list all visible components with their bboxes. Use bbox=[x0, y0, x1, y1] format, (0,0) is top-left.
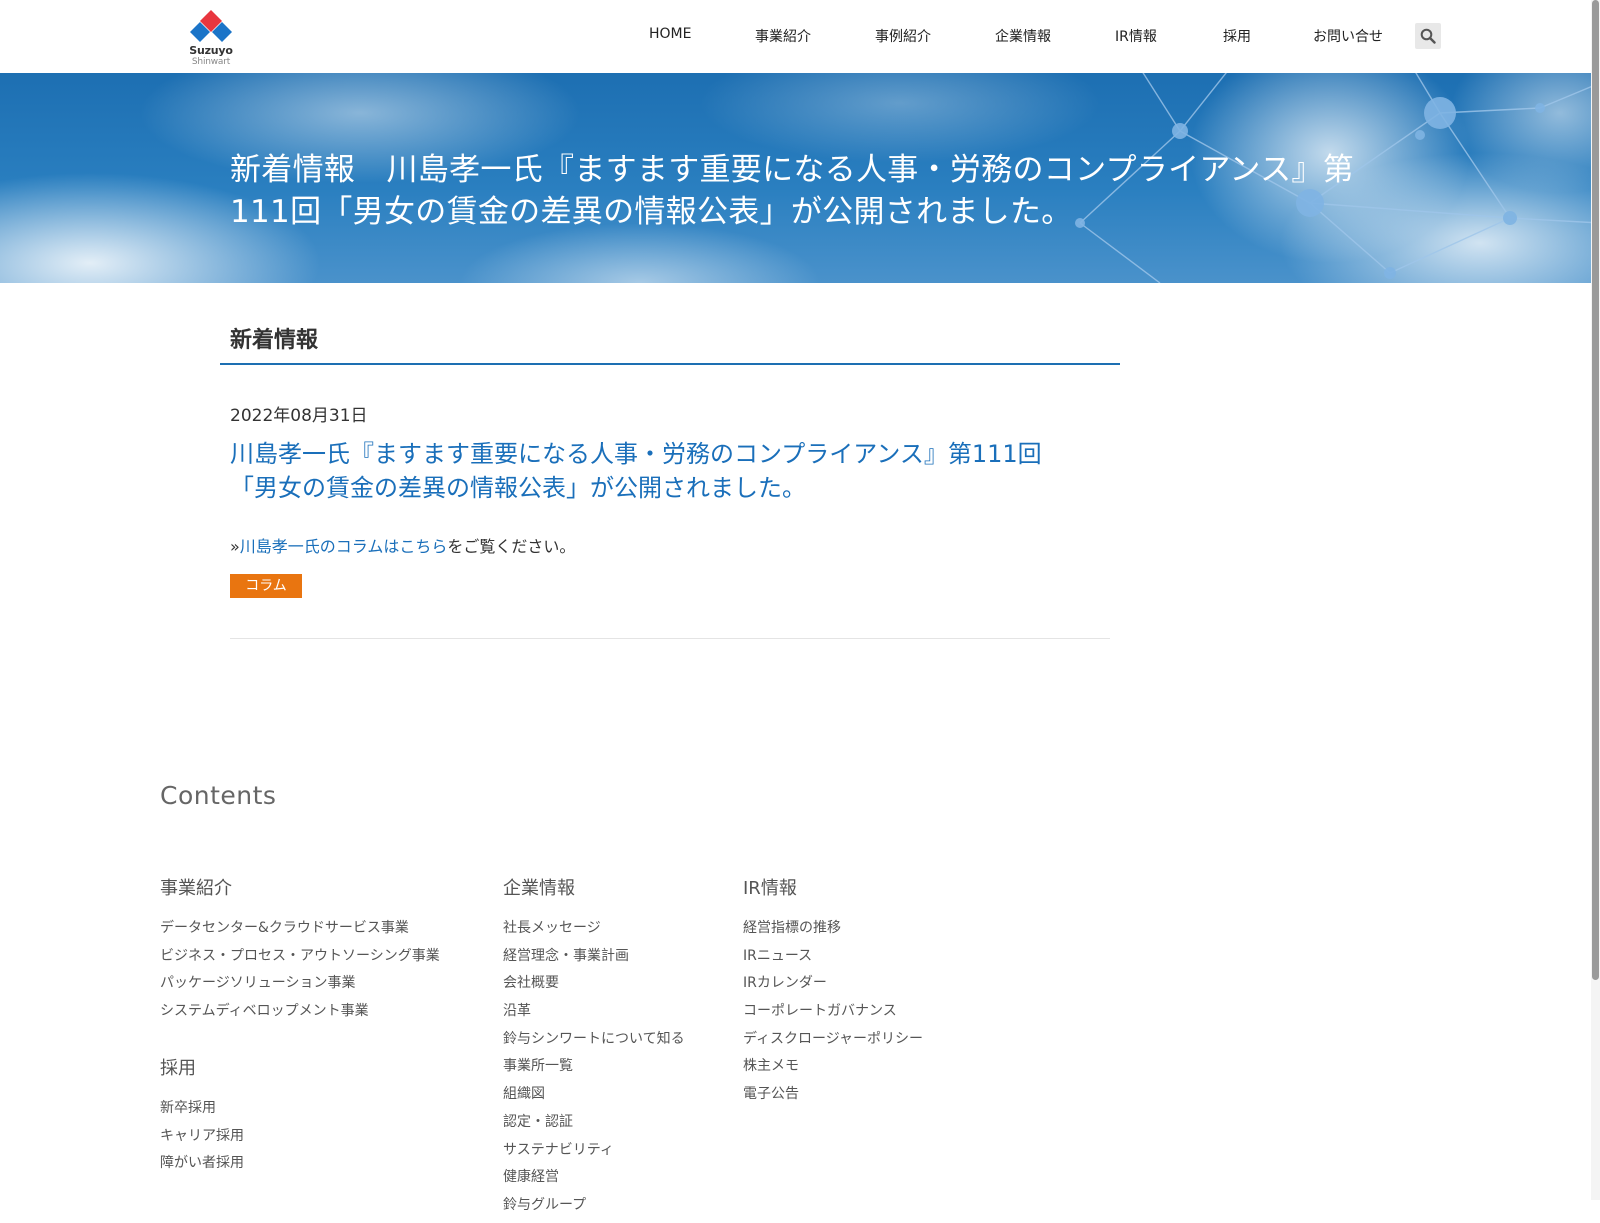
article-title-line2: 「男女の賃金の差異の情報公表」が公開されました。 bbox=[230, 474, 806, 502]
footer-heading-recruit: 採用 bbox=[160, 1058, 196, 1079]
footer-column-company: 企業情報 社長メッセージ 経営理念・事業計画 会社概要 沿革 鈴与シンワートにつ… bbox=[503, 874, 685, 1223]
section-underline bbox=[220, 363, 1120, 365]
footer-link[interactable]: データセンター&クラウドサービス事業 bbox=[160, 918, 440, 946]
body-suffix: をご覧ください。 bbox=[447, 537, 576, 556]
footer-link[interactable]: 障がい者採用 bbox=[160, 1153, 244, 1181]
footer-link[interactable]: 鈴与グループ bbox=[503, 1195, 685, 1223]
arrow-marker: » bbox=[230, 537, 240, 556]
footer-link[interactable]: 事業所一覧 bbox=[503, 1056, 685, 1084]
article-divider bbox=[230, 638, 1110, 639]
footer-link[interactable]: システムディベロップメント事業 bbox=[160, 1001, 440, 1029]
footer-heading-company: 企業情報 bbox=[503, 878, 575, 899]
logo-text-secondary: Shinwart bbox=[191, 57, 231, 67]
company-logo[interactable]: Suzuyo Shinwart bbox=[186, 10, 236, 68]
footer-link[interactable]: ビジネス・プロセス・アウトソーシング事業 bbox=[160, 946, 440, 974]
footer-link[interactable]: ディスクロージャーポリシー bbox=[743, 1029, 923, 1057]
footer-link[interactable]: 経営指標の推移 bbox=[743, 918, 923, 946]
footer-link[interactable]: 認定・認証 bbox=[503, 1112, 685, 1140]
footer-column-recruit: 採用 新卒採用 キャリア採用 障がい者採用 bbox=[160, 1054, 244, 1181]
footer-link[interactable]: 沿革 bbox=[503, 1001, 685, 1029]
footer-link[interactable]: サステナビリティ bbox=[503, 1140, 685, 1168]
footer-link[interactable]: 組織図 bbox=[503, 1084, 685, 1112]
footer-link[interactable]: キャリア採用 bbox=[160, 1126, 244, 1154]
page-heading: 新着情報 川島孝一氏『ますます重要になる人事・労務のコンプライアンス』第 111… bbox=[230, 149, 1360, 233]
footer-link[interactable]: 鈴与シンワートについて知る bbox=[503, 1029, 685, 1057]
footer-link[interactable]: IRカレンダー bbox=[743, 973, 923, 1001]
footer-link[interactable]: 新卒採用 bbox=[160, 1098, 244, 1126]
article-date: 2022年08月31日 bbox=[230, 406, 368, 426]
section-title: 新着情報 bbox=[230, 328, 319, 353]
page-heading-line2: 111回「男女の賃金の差異の情報公表」が公開されました。 bbox=[230, 194, 1073, 230]
scrollbar-thumb[interactable] bbox=[1592, 0, 1599, 980]
footer-link[interactable]: 電子公告 bbox=[743, 1084, 923, 1112]
footer-link[interactable]: 株主メモ bbox=[743, 1056, 923, 1084]
nav-contact[interactable]: お問い合せ bbox=[1313, 26, 1383, 46]
article-title: 川島孝一氏『ますます重要になる人事・労務のコンプライアンス』第111回 「男女の… bbox=[230, 437, 1110, 505]
article-title-line1: 川島孝一氏『ますます重要になる人事・労務のコンプライアンス』第111回 bbox=[230, 440, 1042, 468]
page-heading-line1: 新着情報 川島孝一氏『ますます重要になる人事・労務のコンプライアンス』第 bbox=[230, 152, 1355, 188]
footer-link[interactable]: IRニュース bbox=[743, 946, 923, 974]
search-icon bbox=[1420, 28, 1436, 44]
footer-column-business: 事業紹介 データセンター&クラウドサービス事業 ビジネス・プロセス・アウトソーシ… bbox=[160, 874, 440, 1029]
nav-company[interactable]: 企業情報 bbox=[995, 26, 1051, 46]
category-tag[interactable]: コラム bbox=[230, 574, 302, 598]
article-body: »川島孝一氏のコラムはこちらをご覧ください。 bbox=[230, 533, 575, 557]
footer-link[interactable]: 会社概要 bbox=[503, 973, 685, 1001]
footer-contents-heading: Contents bbox=[160, 781, 277, 810]
search-button[interactable] bbox=[1415, 23, 1441, 49]
footer-link[interactable]: 経営理念・事業計画 bbox=[503, 946, 685, 974]
footer-heading-business: 事業紹介 bbox=[160, 878, 232, 899]
logo-text-primary: Suzuyo bbox=[189, 44, 233, 57]
footer-column-ir: IR情報 経営指標の推移 IRニュース IRカレンダー コーポレートガバナンス … bbox=[743, 874, 923, 1112]
nav-ir[interactable]: IR情報 bbox=[1115, 26, 1157, 46]
nav-home[interactable]: HOME bbox=[649, 26, 691, 42]
nav-business[interactable]: 事業紹介 bbox=[755, 26, 811, 46]
nav-recruit[interactable]: 採用 bbox=[1223, 26, 1251, 46]
site-header: Suzuyo Shinwart HOME 事業紹介 事例紹介 企業情報 IR情報… bbox=[0, 0, 1600, 73]
footer-link[interactable]: パッケージソリューション事業 bbox=[160, 973, 440, 1001]
footer-link[interactable]: コーポレートガバナンス bbox=[743, 1001, 923, 1029]
page-hero: 新着情報 川島孝一氏『ますます重要になる人事・労務のコンプライアンス』第 111… bbox=[0, 73, 1600, 283]
footer-heading-ir: IR情報 bbox=[743, 878, 797, 899]
footer-link[interactable]: 社長メッセージ bbox=[503, 918, 685, 946]
logo-mark-icon bbox=[190, 10, 232, 42]
nav-cases[interactable]: 事例紹介 bbox=[875, 26, 931, 46]
column-link[interactable]: 川島孝一氏のコラムはこちら bbox=[240, 537, 448, 556]
footer-link[interactable]: 健康経営 bbox=[503, 1167, 685, 1195]
